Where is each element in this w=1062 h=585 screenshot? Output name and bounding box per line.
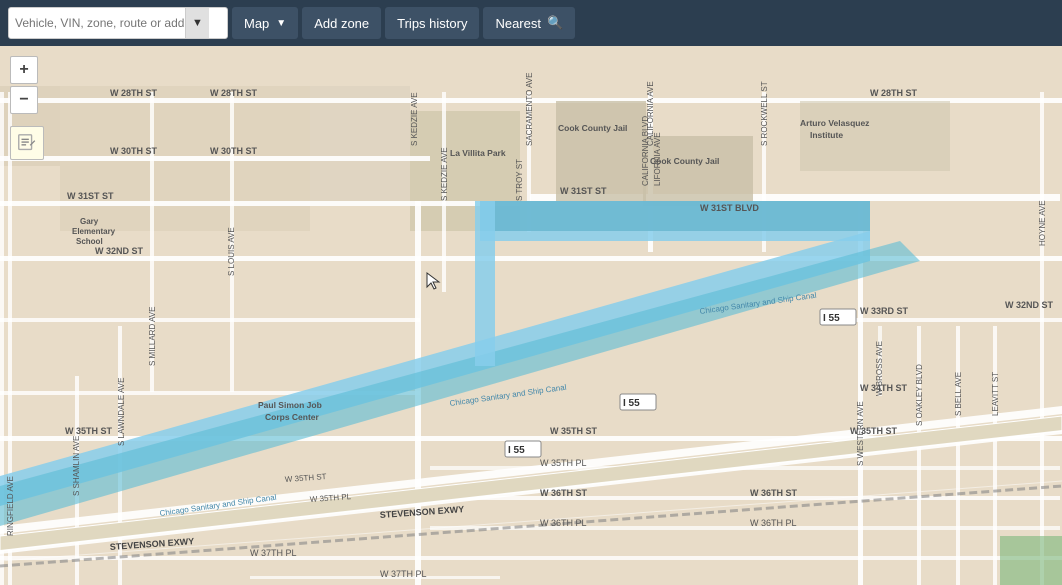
svg-text:S OAKLEY BLVD: S OAKLEY BLVD bbox=[915, 364, 924, 426]
note-icon bbox=[16, 132, 38, 154]
svg-text:W 35TH ST: W 35TH ST bbox=[550, 426, 598, 436]
svg-text:Gary: Gary bbox=[80, 217, 99, 226]
map-svg: W 28TH ST W 28TH ST W 28TH ST W 30TH ST … bbox=[0, 46, 1062, 585]
svg-text:W 32ND ST: W 32ND ST bbox=[1005, 300, 1054, 310]
map-chevron-icon: ▼ bbox=[276, 18, 286, 29]
svg-text:S MILLARD AVE: S MILLARD AVE bbox=[148, 307, 157, 366]
map-button[interactable]: Map ▼ bbox=[232, 7, 298, 39]
svg-text:School: School bbox=[76, 237, 103, 246]
svg-text:W 28TH ST: W 28TH ST bbox=[870, 88, 918, 98]
svg-text:LIFORNIA AVE: LIFORNIA AVE bbox=[653, 132, 662, 186]
svg-text:S SHAMLIN AVE: S SHAMLIN AVE bbox=[72, 436, 81, 496]
svg-text:W 36TH ST: W 36TH ST bbox=[750, 488, 798, 498]
svg-text:W 28TH ST: W 28TH ST bbox=[110, 88, 158, 98]
svg-text:S LOUIS AVE: S LOUIS AVE bbox=[227, 227, 236, 276]
svg-text:I 55: I 55 bbox=[508, 445, 525, 456]
svg-text:Elementary: Elementary bbox=[72, 227, 116, 236]
toolbar: ▼ Map ▼ Add zone Trips history Nearest 🔍 bbox=[0, 0, 1062, 46]
svg-text:S BELL AVE: S BELL AVE bbox=[954, 372, 963, 416]
svg-text:Arturo Velasquez: Arturo Velasquez bbox=[800, 118, 869, 128]
svg-text:W 31ST BLVD: W 31ST BLVD bbox=[700, 203, 759, 213]
svg-text:Institute: Institute bbox=[810, 130, 843, 140]
svg-text:S LAWNDALE AVE: S LAWNDALE AVE bbox=[117, 378, 126, 446]
svg-text:Cook County Jail: Cook County Jail bbox=[558, 123, 627, 133]
search-icon: 🔍 bbox=[547, 15, 563, 31]
svg-text:CALIFORNIA BLVD: CALIFORNIA BLVD bbox=[641, 116, 650, 186]
svg-text:Paul Simon Job: Paul Simon Job bbox=[258, 400, 322, 410]
search-dropdown-button[interactable]: ▼ bbox=[185, 8, 209, 38]
svg-text:W 37TH PL: W 37TH PL bbox=[380, 569, 427, 579]
trips-history-label: Trips history bbox=[397, 16, 467, 31]
svg-text:W 33RD ST: W 33RD ST bbox=[860, 306, 909, 316]
svg-text:W 30TH ST: W 30TH ST bbox=[110, 146, 158, 156]
add-zone-button[interactable]: Add zone bbox=[302, 7, 381, 39]
svg-text:W 35TH ST: W 35TH ST bbox=[65, 426, 113, 436]
svg-text:S ROCKWELL ST: S ROCKWELL ST bbox=[760, 81, 769, 146]
svg-text:S KEDZIE AVE: S KEDZIE AVE bbox=[440, 147, 449, 201]
svg-text:W 36TH PL: W 36TH PL bbox=[540, 518, 587, 528]
svg-text:S WESTERN AVE: S WESTERN AVE bbox=[856, 401, 865, 466]
svg-text:S KEDZIE AVE: S KEDZIE AVE bbox=[410, 92, 419, 146]
svg-text:I 55: I 55 bbox=[623, 398, 640, 409]
svg-text:W 31ST ST: W 31ST ST bbox=[560, 186, 607, 196]
svg-text:W 31ST ST: W 31ST ST bbox=[67, 191, 114, 201]
svg-text:LEAVITT ST: LEAVITT ST bbox=[991, 372, 1000, 416]
svg-text:W 36TH PL: W 36TH PL bbox=[750, 518, 797, 528]
search-container: ▼ bbox=[8, 7, 228, 39]
svg-text:Corps Center: Corps Center bbox=[265, 412, 320, 422]
nearest-label: Nearest bbox=[495, 16, 541, 31]
nearest-button[interactable]: Nearest 🔍 bbox=[483, 7, 575, 39]
zoom-out-button[interactable]: − bbox=[10, 86, 38, 114]
svg-text:W BROSS AVE: W BROSS AVE bbox=[875, 341, 884, 396]
add-zone-label: Add zone bbox=[314, 16, 369, 31]
search-input[interactable] bbox=[15, 16, 185, 30]
svg-text:RINGFIELD AVE: RINGFIELD AVE bbox=[6, 476, 15, 536]
trips-history-button[interactable]: Trips history bbox=[385, 7, 479, 39]
svg-text:S TROY ST: S TROY ST bbox=[515, 159, 524, 201]
svg-text:I 55: I 55 bbox=[823, 313, 840, 324]
map-controls: + − bbox=[10, 56, 38, 114]
svg-text:SACRAMENTO AVE: SACRAMENTO AVE bbox=[525, 73, 534, 147]
svg-text:W 37TH PL: W 37TH PL bbox=[250, 548, 297, 558]
map-label: Map bbox=[244, 16, 269, 31]
svg-text:W 36TH ST: W 36TH ST bbox=[540, 488, 588, 498]
zoom-in-button[interactable]: + bbox=[10, 56, 38, 84]
svg-text:W 30TH ST: W 30TH ST bbox=[210, 146, 258, 156]
svg-text:W 35TH PL: W 35TH PL bbox=[540, 458, 587, 468]
svg-text:W 32ND ST: W 32ND ST bbox=[95, 246, 144, 256]
map-note-tool[interactable] bbox=[10, 126, 44, 160]
svg-text:HOYNE AVE: HOYNE AVE bbox=[1038, 200, 1047, 246]
svg-text:W 28TH ST: W 28TH ST bbox=[210, 88, 258, 98]
svg-text:La Villita Park: La Villita Park bbox=[450, 148, 506, 158]
map-container[interactable]: W 28TH ST W 28TH ST W 28TH ST W 30TH ST … bbox=[0, 46, 1062, 585]
